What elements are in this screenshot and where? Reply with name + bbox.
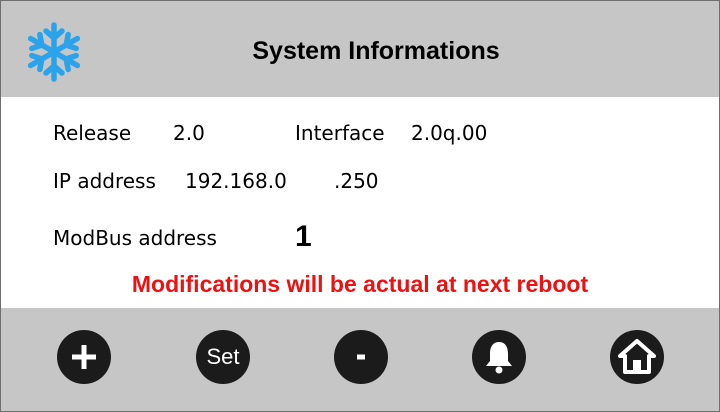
set-button-label: Set	[206, 344, 240, 369]
plus-button[interactable]	[57, 330, 111, 384]
alarm-bell-button[interactable]	[472, 330, 526, 384]
ip-address-value[interactable]: 192.168.0	[185, 169, 287, 193]
interface-label: Interface	[295, 121, 385, 145]
release-label: Release	[53, 121, 132, 145]
reboot-warning: Modifications will be actual at next reb…	[131, 271, 589, 297]
page-title: System Informations	[252, 37, 500, 65]
ip-address-label: IP address	[53, 169, 156, 193]
modbus-address-value[interactable]: 1	[295, 220, 312, 254]
ip-address-last-octet[interactable]: .250	[334, 169, 379, 193]
home-button[interactable]	[610, 330, 664, 384]
minus-button[interactable]	[334, 330, 388, 384]
plus-icon	[72, 345, 96, 369]
header-bar: System Informations	[1, 1, 719, 97]
release-value: 2.0	[173, 121, 205, 145]
bell-icon	[486, 342, 512, 374]
home-icon	[618, 339, 656, 374]
set-button[interactable]: Set	[196, 330, 250, 384]
minus-icon	[357, 354, 365, 360]
modbus-address-label: ModBus address	[53, 226, 217, 250]
system-info-screen: System Informations Release 2.0 Interfac…	[0, 0, 720, 412]
interface-value: 2.0q.00	[411, 121, 488, 145]
footer-toolbar: Set	[1, 308, 719, 411]
